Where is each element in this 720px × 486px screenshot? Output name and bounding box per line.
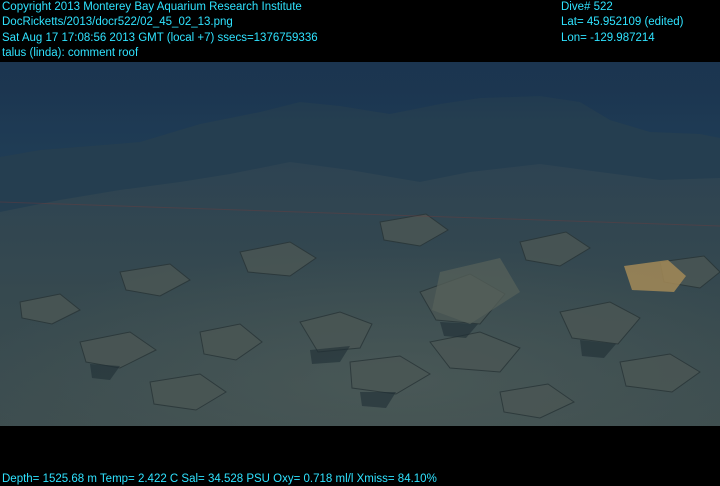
info-overlay-header: Copyright 2013 Monterey Bay Aquarium Res… — [0, 0, 720, 62]
seafloor-image — [0, 62, 720, 426]
copyright-text: Copyright 2013 Monterey Bay Aquarium Res… — [2, 1, 302, 13]
latitude-text: Lat= 45.952109 (edited) — [561, 16, 684, 28]
annotation-text: talus (linda): comment roof — [2, 47, 139, 59]
sensor-readout-text: Depth= 1525.68 m Temp= 2.422 C Sal= 34.5… — [2, 473, 437, 485]
timestamp-text: Sat Aug 17 17:08:56 2013 GMT (local +7) … — [2, 32, 318, 44]
seafloor-photo — [0, 62, 720, 426]
file-path-text: DocRicketts/2013/docr522/02_45_02_13.png — [2, 16, 233, 28]
dive-number-text: Dive# 522 — [561, 1, 613, 13]
info-overlay-footer: Depth= 1525.68 m Temp= 2.422 C Sal= 34.5… — [0, 426, 720, 486]
longitude-text: Lon= -129.987214 — [561, 32, 655, 44]
